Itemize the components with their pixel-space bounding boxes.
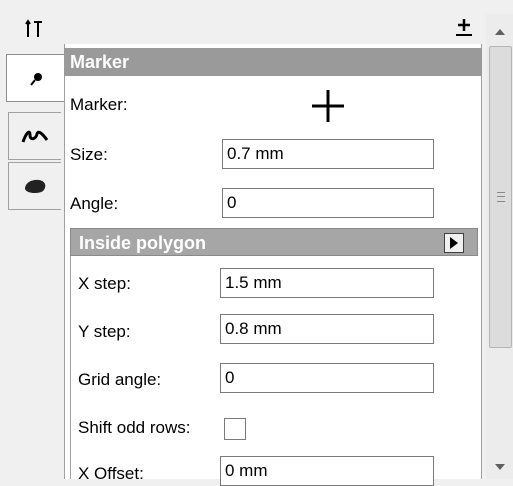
- triangle-right-icon: [450, 237, 458, 249]
- size-field[interactable]: 0.7 mm: [222, 139, 434, 169]
- x-offset-label: X Offset:: [78, 464, 144, 483]
- x-step-label: X step:: [78, 274, 131, 293]
- x-step-field[interactable]: 1.5 mm: [220, 268, 434, 298]
- vertical-scrollbar[interactable]: [486, 14, 513, 479]
- angle-label: Angle:: [70, 194, 119, 213]
- scroll-up-button[interactable]: [486, 20, 513, 44]
- grid-angle-label: Grid angle:: [78, 370, 162, 389]
- chevron-up-icon: [494, 29, 505, 35]
- plus-icon: [456, 19, 472, 36]
- grip-icon: [496, 192, 505, 202]
- inside-polygon-header[interactable]: Inside polygon: [70, 228, 478, 256]
- line-icon: [21, 130, 49, 143]
- tab-line[interactable]: [8, 112, 61, 160]
- scroll-down-button[interactable]: [486, 455, 513, 479]
- polygon-icon: [25, 179, 46, 194]
- inside-polygon-title: Inside polygon: [79, 233, 207, 253]
- tab-polygon[interactable]: [8, 162, 61, 210]
- expand-button[interactable]: [444, 233, 464, 253]
- grid-angle-field[interactable]: 0: [220, 363, 434, 393]
- marker-section-title: Marker: [70, 52, 130, 72]
- y-step-field[interactable]: 0.8 mm: [220, 314, 434, 344]
- marker-preview-cross-icon[interactable]: [308, 86, 348, 126]
- chevron-down-icon: [494, 464, 505, 470]
- marker-icon: [30, 73, 42, 86]
- tab-tools[interactable]: [8, 6, 60, 52]
- shift-odd-rows-checkbox[interactable]: [224, 418, 246, 440]
- tab-strip: [0, 0, 67, 479]
- scrollbar-thumb[interactable]: [489, 46, 512, 348]
- y-step-label: Y step:: [78, 322, 131, 341]
- align-tools-icon: [25, 19, 42, 37]
- shift-odd-rows-label: Shift odd rows:: [78, 418, 191, 437]
- marker-section-header[interactable]: Marker: [64, 48, 482, 76]
- x-offset-field[interactable]: 0 mm: [220, 456, 434, 486]
- angle-field[interactable]: 0: [222, 188, 434, 218]
- tab-marker[interactable]: [6, 54, 67, 102]
- size-label: Size:: [70, 145, 108, 164]
- marker-label: Marker:: [70, 95, 128, 114]
- add-button[interactable]: [453, 16, 475, 38]
